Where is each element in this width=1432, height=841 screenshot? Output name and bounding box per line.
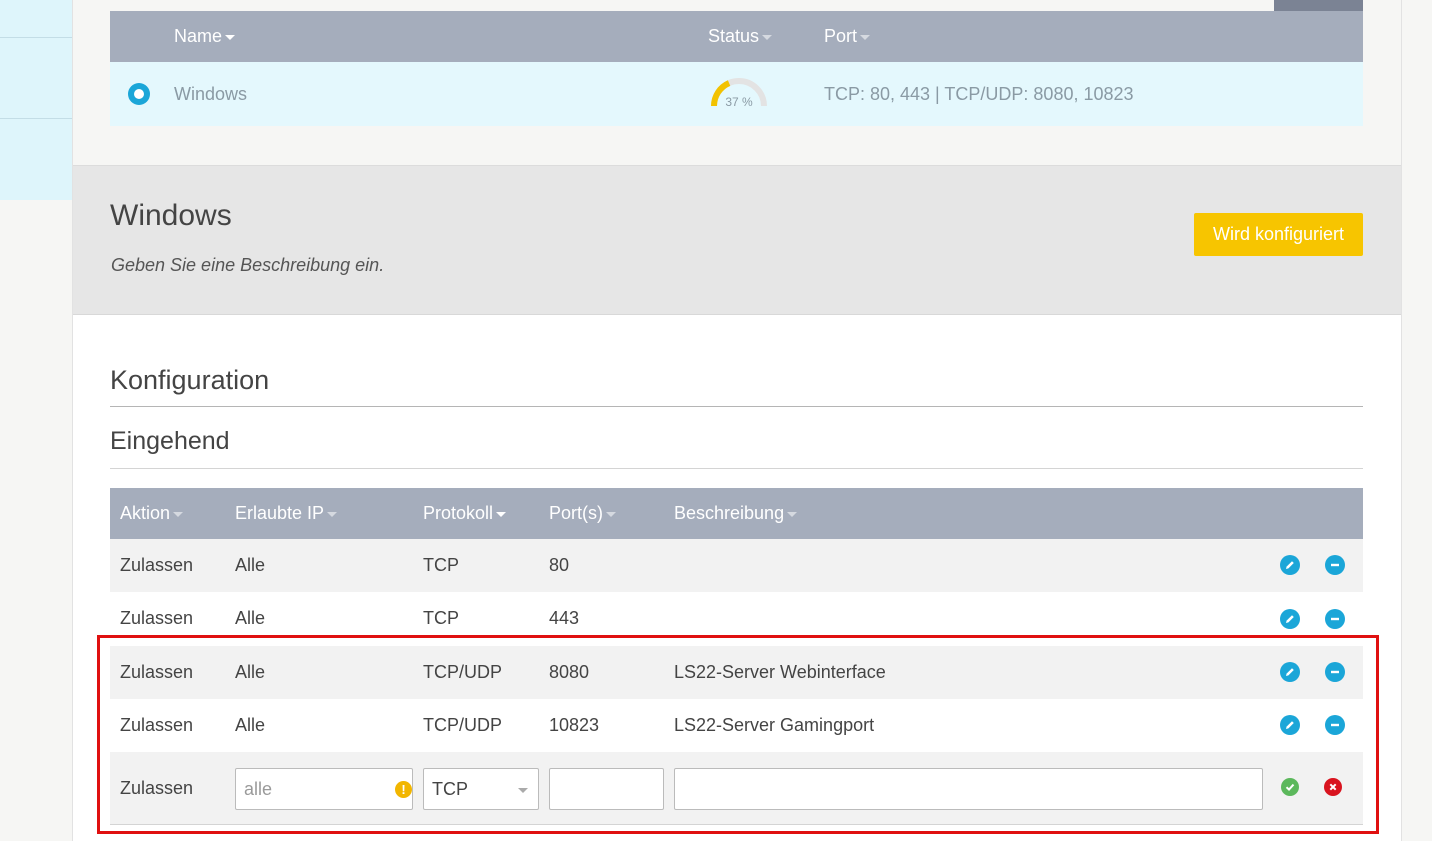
column-header-status[interactable]: Status xyxy=(708,11,773,62)
column-header-port[interactable]: Port xyxy=(824,11,871,62)
status-gauge: 37 % xyxy=(708,74,770,110)
remove-rule-button[interactable] xyxy=(1325,555,1345,575)
sort-caret-icon xyxy=(787,512,798,517)
tab-stub[interactable] xyxy=(1274,0,1363,11)
confirm-rule-button[interactable] xyxy=(1281,778,1299,796)
edit-rule-button[interactable] xyxy=(1280,715,1300,735)
configuration-heading: Konfiguration xyxy=(110,365,270,395)
new-rule-row: Zulassen ! TCP xyxy=(110,752,1363,824)
status-button[interactable]: Wird konfiguriert xyxy=(1194,213,1363,256)
column-header-name[interactable]: Name xyxy=(174,11,236,62)
minus-icon xyxy=(1331,670,1339,674)
table-row: Zulassen Alle TCP/UDP 8080 LS22-Server W… xyxy=(110,646,1363,699)
server-list-section: Name Status Port Windows 37 % TCP: 80, 4… xyxy=(73,0,1401,166)
rule-protocol: TCP xyxy=(423,555,459,575)
column-header-action[interactable]: Aktion xyxy=(120,488,184,539)
server-ports: TCP: 80, 443 | TCP/UDP: 8080, 10823 xyxy=(824,83,1134,104)
server-description[interactable]: Geben Sie eine Beschreibung ein. xyxy=(111,255,384,276)
exclamation-icon: ! xyxy=(395,781,412,798)
server-title: Windows xyxy=(110,199,232,232)
rule-ip: Alle xyxy=(235,555,266,575)
rule-ports: 443 xyxy=(549,608,580,628)
column-header-protocol[interactable]: Protokoll xyxy=(423,488,507,539)
rule-description: LS22-Server Webinterface xyxy=(674,662,886,682)
server-select-radio[interactable] xyxy=(128,83,150,105)
description-input[interactable] xyxy=(674,768,1263,810)
sort-caret-icon xyxy=(762,35,773,40)
remove-rule-button[interactable] xyxy=(1325,609,1345,629)
table-row: Zulassen Alle TCP/UDP 10823 LS22-Server … xyxy=(110,699,1363,752)
status-percent: 37 % xyxy=(725,95,753,109)
cancel-rule-button[interactable] xyxy=(1324,778,1342,796)
divider xyxy=(110,824,1363,825)
divider xyxy=(110,406,1363,407)
protocol-select-value: TCP xyxy=(432,778,468,799)
rule-action: Zulassen xyxy=(120,608,194,628)
table-row: Zulassen Alle TCP 80 xyxy=(110,539,1363,592)
server-name: Windows xyxy=(174,83,248,104)
pencil-icon xyxy=(1286,615,1294,623)
pencil-icon xyxy=(1286,721,1294,729)
sort-caret-icon xyxy=(225,35,236,40)
sort-caret-icon xyxy=(173,512,184,517)
ports-input[interactable] xyxy=(549,768,664,810)
edit-rule-button[interactable] xyxy=(1280,609,1300,629)
rule-ip: Alle xyxy=(235,662,266,682)
server-row[interactable]: Windows 37 % TCP: 80, 443 | TCP/UDP: 808… xyxy=(110,62,1363,126)
minus-icon xyxy=(1331,563,1339,567)
rule-action: Zulassen xyxy=(120,662,194,682)
chevron-down-icon xyxy=(518,788,528,793)
rule-protocol: TCP xyxy=(423,608,459,628)
pencil-icon xyxy=(1286,561,1294,569)
server-info-section: Windows Geben Sie eine Beschreibung ein.… xyxy=(73,166,1401,315)
rule-ip: Alle xyxy=(235,715,266,735)
rule-protocol: TCP/UDP xyxy=(423,662,503,682)
rule-description: LS22-Server Gamingport xyxy=(674,715,875,735)
rules-table-header: Aktion Erlaubte IP Protokoll Port(s) Bes… xyxy=(110,488,1363,539)
sidebar xyxy=(0,0,72,200)
allowed-ip-input[interactable] xyxy=(235,768,413,810)
column-header-allowed-ip[interactable]: Erlaubte IP xyxy=(235,488,338,539)
new-rule-action: Zulassen xyxy=(120,777,194,798)
minus-icon xyxy=(1331,723,1339,727)
sidebar-divider xyxy=(0,37,72,38)
sort-caret-icon xyxy=(860,35,871,40)
edit-rule-button[interactable] xyxy=(1280,662,1300,682)
edit-rule-button[interactable] xyxy=(1280,555,1300,575)
remove-rule-button[interactable] xyxy=(1325,662,1345,682)
table-row: Zulassen Alle TCP 443 xyxy=(110,592,1363,645)
rule-protocol: TCP/UDP xyxy=(423,715,503,735)
panel-border xyxy=(1401,0,1402,841)
rule-action: Zulassen xyxy=(120,715,194,735)
incoming-heading: Eingehend xyxy=(110,427,230,455)
close-icon xyxy=(1329,783,1337,791)
protocol-select[interactable]: TCP xyxy=(423,768,539,810)
divider xyxy=(110,468,1363,469)
sort-caret-icon xyxy=(606,512,616,517)
column-header-description[interactable]: Beschreibung xyxy=(674,488,798,539)
main-panel: Name Status Port Windows 37 % TCP: 80, 4… xyxy=(73,0,1401,841)
rule-ports: 10823 xyxy=(549,715,600,735)
sidebar-divider xyxy=(0,118,72,119)
remove-rule-button[interactable] xyxy=(1325,715,1345,735)
minus-icon xyxy=(1331,617,1339,621)
sort-caret-icon xyxy=(496,512,507,517)
sort-caret-icon xyxy=(327,512,338,517)
server-table-header: Name Status Port xyxy=(110,11,1363,62)
rule-ports: 80 xyxy=(549,555,570,575)
rule-ports: 8080 xyxy=(549,662,590,682)
column-header-ports[interactable]: Port(s) xyxy=(549,488,616,539)
check-icon xyxy=(1285,783,1295,792)
configuration-section: Konfiguration Eingehend Aktion Erlaubte … xyxy=(73,315,1401,841)
rule-action: Zulassen xyxy=(120,555,194,575)
rule-ip: Alle xyxy=(235,608,266,628)
pencil-icon xyxy=(1286,668,1294,676)
